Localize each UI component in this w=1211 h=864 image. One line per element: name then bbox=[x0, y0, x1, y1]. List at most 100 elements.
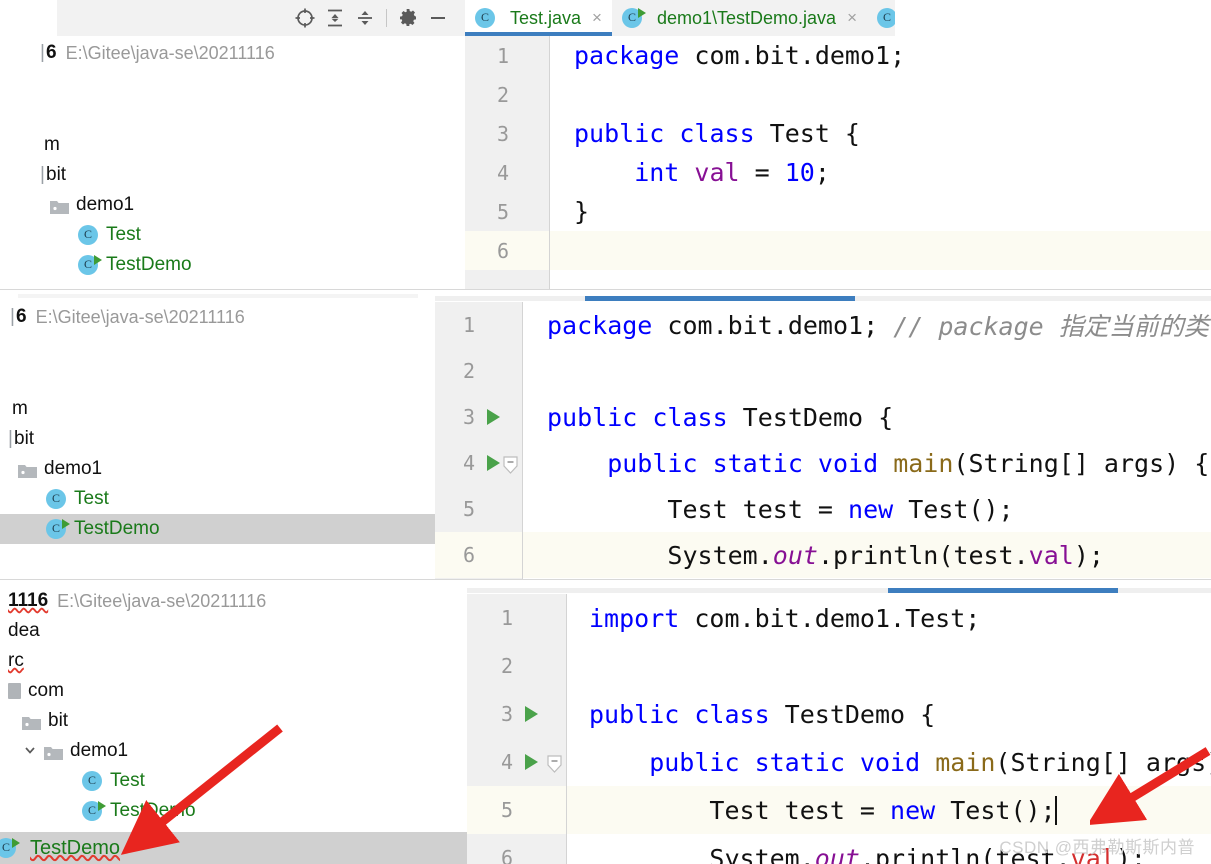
code-line[interactable]: int val = 10; bbox=[550, 153, 1211, 192]
tab-third-partial[interactable]: C bbox=[867, 0, 896, 36]
hide-window-icon[interactable] bbox=[423, 3, 453, 33]
code-line[interactable]: Test test = new Test(); bbox=[523, 486, 1211, 532]
code-token: com.bit.demo1; bbox=[694, 41, 906, 70]
tree-item-m[interactable]: m bbox=[0, 394, 435, 424]
code-line[interactable]: package com.bit.demo1; // package 指定当前的类 bbox=[523, 302, 1211, 348]
editor-gutter[interactable]: 1 2 3 4 5 6 bbox=[435, 302, 523, 580]
tree-item-demo1[interactable]: demo1 bbox=[0, 454, 435, 484]
line-number: 4 bbox=[496, 160, 509, 185]
gutter-line[interactable]: 2 bbox=[435, 348, 522, 394]
editor-gutter[interactable]: 1234567 bbox=[467, 594, 567, 864]
code-area-top[interactable]: 1 2 3 4 5 6 package com.bit.demo1; public class… bbox=[465, 36, 1211, 290]
code-line[interactable]: public class Test { bbox=[550, 114, 1211, 153]
gutter-line[interactable]: 5 bbox=[465, 192, 549, 231]
locate-icon[interactable] bbox=[290, 3, 320, 33]
run-gutter-icon[interactable] bbox=[525, 706, 538, 722]
gutter-line[interactable]: 6 bbox=[467, 834, 566, 864]
project-toolbar-top[interactable] bbox=[57, 0, 465, 36]
gutter-line[interactable]: 2 bbox=[465, 75, 549, 114]
code-line[interactable]: public class TestDemo { bbox=[523, 394, 1211, 440]
code-line[interactable] bbox=[550, 75, 1211, 114]
editor-gutter[interactable]: 1 2 3 4 5 6 bbox=[465, 36, 550, 290]
gutter-line[interactable]: 6 bbox=[465, 231, 549, 270]
tree-item-m[interactable]: m bbox=[0, 130, 465, 160]
run-gutter-icon[interactable] bbox=[487, 409, 500, 425]
collapse-all-icon[interactable] bbox=[350, 3, 380, 33]
gutter-line[interactable]: 4 bbox=[467, 738, 566, 786]
gutter-line[interactable]: 4 bbox=[435, 440, 522, 486]
tree-item-src[interactable]: rc bbox=[0, 646, 467, 676]
tree-item-bit[interactable]: | bit bbox=[0, 424, 435, 454]
gutter-line[interactable]: 1 bbox=[467, 594, 566, 642]
code-token: main bbox=[935, 747, 996, 777]
tree-item-bit[interactable]: bit bbox=[0, 706, 467, 736]
tab-label: Test.java bbox=[510, 7, 582, 28]
tree-item-testdemo-selected[interactable]: C TestDemo bbox=[0, 514, 435, 544]
tree-item-test[interactable]: C Test bbox=[0, 484, 435, 514]
fold-collapse-icon[interactable] bbox=[547, 754, 562, 773]
code-line[interactable] bbox=[523, 348, 1211, 394]
tree-item-demo1[interactable]: demo1 bbox=[0, 190, 465, 220]
code-line[interactable]: Test test = new Test(); bbox=[567, 786, 1211, 834]
code-token: main bbox=[893, 448, 954, 478]
gutter-line[interactable]: 4 bbox=[465, 153, 549, 192]
tree-item-test[interactable]: C Test bbox=[0, 220, 465, 250]
code-area-mid[interactable]: 1 2 3 4 5 6 package com.bit.demo1; // package … bbox=[435, 302, 1211, 580]
fold-collapse-icon[interactable] bbox=[503, 455, 518, 474]
line-number: 2 bbox=[462, 359, 475, 383]
close-icon[interactable]: × bbox=[847, 8, 857, 28]
run-gutter-icon[interactable] bbox=[525, 754, 538, 770]
tree-item-testdemo[interactable]: C TestDemo bbox=[0, 250, 465, 280]
project-root-row[interactable]: | 6 E:\Gitee\java-se\20211116 bbox=[0, 38, 465, 68]
gutter-line[interactable]: 2 bbox=[467, 642, 566, 690]
tree-item-com[interactable]: com bbox=[0, 676, 467, 706]
tree-item-idea[interactable]: dea bbox=[0, 616, 467, 646]
code-line[interactable]: public class TestDemo { bbox=[567, 690, 1211, 738]
tree-item-label: bit bbox=[46, 164, 67, 185]
gutter-line[interactable]: 5 bbox=[435, 486, 522, 532]
expand-all-icon[interactable] bbox=[320, 3, 350, 33]
gutter-line[interactable]: 5 bbox=[467, 786, 566, 834]
tab-test-java[interactable]: C Test.java × bbox=[465, 0, 612, 36]
gutter-line[interactable]: 1 bbox=[465, 36, 549, 75]
editor-text[interactable]: package com.bit.demo1; // package 指定当前的类… bbox=[523, 302, 1211, 580]
code-line[interactable]: public static void main(String[] args) { bbox=[567, 738, 1211, 786]
run-gutter-icon[interactable] bbox=[487, 455, 500, 471]
gutter-line[interactable]: 6 bbox=[435, 532, 522, 578]
breadcrumb-label: TestDemo bbox=[30, 836, 121, 859]
code-line[interactable] bbox=[550, 231, 1211, 270]
code-line[interactable]: import com.bit.demo1.Test; bbox=[567, 594, 1211, 642]
gutter-line[interactable]: 1 bbox=[435, 302, 522, 348]
tree-item-demo1[interactable]: demo1 bbox=[0, 736, 467, 766]
editor-text[interactable]: import com.bit.demo1.Test; public class T… bbox=[567, 594, 1211, 864]
editor-text[interactable]: package com.bit.demo1; public class Test … bbox=[550, 36, 1211, 290]
project-name: 6 bbox=[46, 42, 57, 63]
project-tool-window-mid[interactable]: | 6 E:\Gitee\java-se\20211116 m | bit de… bbox=[0, 290, 435, 580]
editor-tabbar-top[interactable]: C Test.java × C demo1\TestDemo.java × C bbox=[465, 0, 1211, 36]
code-token: int bbox=[574, 158, 695, 187]
tree-item-bit[interactable]: | bit bbox=[0, 160, 465, 190]
gutter-line[interactable]: 3 bbox=[465, 114, 549, 153]
code-line[interactable] bbox=[567, 642, 1211, 690]
breadcrumb[interactable]: C TestDemo bbox=[0, 832, 467, 864]
gutter-line[interactable]: 3 bbox=[435, 394, 522, 440]
chevron-down-icon[interactable] bbox=[22, 743, 38, 760]
tree-item-testdemo[interactable]: C TestDemo bbox=[0, 796, 467, 826]
code-area-bottom[interactable]: 1234567import com.bit.demo1.Test;public … bbox=[467, 594, 1211, 864]
project-tool-window-bottom[interactable]: 1116 E:\Gitee\java-se\20211116 dea rc co… bbox=[0, 580, 467, 864]
project-tool-window-top[interactable]: | 6 E:\Gitee\java-se\20211116 m | bit de… bbox=[0, 0, 465, 290]
close-icon[interactable]: × bbox=[592, 8, 602, 28]
project-root-row[interactable]: | 6 E:\Gitee\java-se\20211116 bbox=[0, 302, 435, 332]
code-line[interactable]: } bbox=[550, 192, 1211, 231]
project-root-row[interactable]: 1116 E:\Gitee\java-se\20211116 bbox=[0, 586, 467, 616]
code-line[interactable]: public static void main(String[] args) { bbox=[523, 440, 1211, 486]
code-line[interactable]: System. out .println(test. val); bbox=[523, 532, 1211, 578]
tab-testdemo-java[interactable]: C demo1\TestDemo.java × bbox=[611, 0, 868, 36]
project-path: E:\Gitee\java-se\20211116 bbox=[57, 590, 267, 611]
settings-gear-icon[interactable] bbox=[393, 3, 423, 33]
code-line[interactable]: package com.bit.demo1; bbox=[550, 36, 1211, 75]
line-number: 6 bbox=[500, 846, 513, 864]
tree-item-test[interactable]: C Test bbox=[0, 766, 467, 796]
gutter-line[interactable]: 3 bbox=[467, 690, 566, 738]
project-path: E:\Gitee\java-se\20211116 bbox=[35, 306, 245, 327]
